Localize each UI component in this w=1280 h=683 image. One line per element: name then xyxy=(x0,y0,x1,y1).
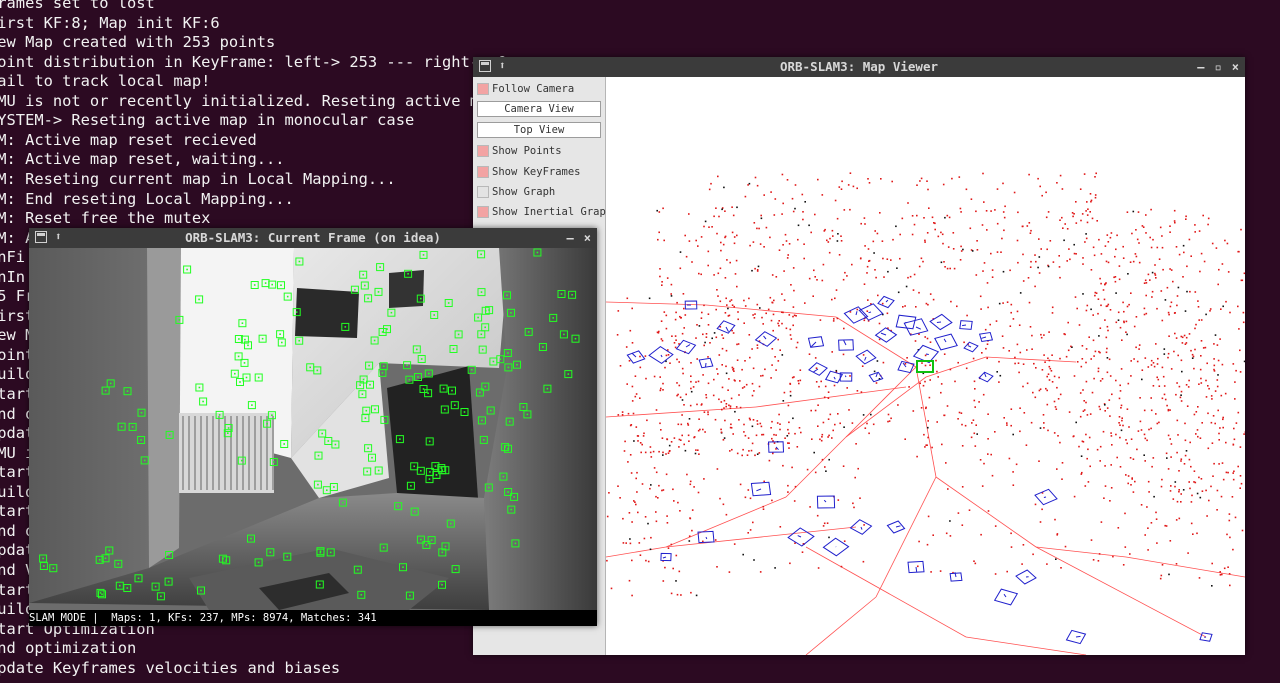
terminal-line: InIn xyxy=(0,267,26,286)
slam-mode-label: SLAM MODE xyxy=(29,612,86,624)
show-keyframes-label: Show KeyFrames xyxy=(492,165,581,178)
current-camera-pose xyxy=(916,360,934,373)
terminal-line: LM: End reseting Local Mapping... xyxy=(0,189,294,208)
checkbox-box[interactable] xyxy=(477,165,489,178)
terminal-line: End optimization xyxy=(0,639,137,658)
maximize-icon[interactable]: ▫ xyxy=(1215,57,1222,77)
pin-icon[interactable]: ⬆ xyxy=(55,231,62,243)
checkbox-box[interactable] xyxy=(477,82,489,95)
tracking-stats: Maps: 1, KFs: 237, MPs: 8974, Matches: 3… xyxy=(111,612,377,624)
show-inertial-graph-checkbox[interactable]: Show Inertial Graph xyxy=(477,203,612,220)
minimize-icon[interactable]: – xyxy=(1197,57,1204,77)
terminal-line: Fail to track local map! xyxy=(0,72,211,91)
map-viewer-title: ORB-SLAM3: Map Viewer xyxy=(779,59,939,74)
camera-scene xyxy=(29,248,597,610)
show-points-checkbox[interactable]: Show Points xyxy=(477,142,562,159)
checkbox-box[interactable] xyxy=(477,144,489,157)
show-graph-label: Show Graph xyxy=(492,185,556,198)
map-viewer-titlebar[interactable]: ⬆ ORB-SLAM3: Map Viewer – ▫ × xyxy=(473,57,1245,77)
map-point-cloud xyxy=(606,172,1245,655)
close-icon[interactable]: × xyxy=(1232,57,1239,77)
top-view-button[interactable]: Top View xyxy=(477,122,601,138)
terminal-line: New Map created with 253 points xyxy=(0,33,276,52)
minimize-icon[interactable]: – xyxy=(567,228,574,248)
follow-camera-label: Follow Camera xyxy=(492,82,575,95)
terminal-line: LM: Active map reset, waiting... xyxy=(0,150,285,169)
terminal-line: SYSTEM-> Reseting active map in monocula… xyxy=(0,111,415,130)
tracking-status-bar: SLAM MODE | Maps: 1, KFs: 237, MPs: 8974… xyxy=(29,610,597,626)
current-frame-title: ORB-SLAM3: Current Frame (on idea) xyxy=(185,230,441,245)
map-points xyxy=(606,172,1245,597)
close-icon[interactable]: × xyxy=(584,228,591,248)
follow-camera-checkbox[interactable]: Follow Camera xyxy=(477,80,574,97)
terminal-line: IMU is not or recently initialized. Rese… xyxy=(0,91,526,110)
terminal-line: InFi xyxy=(0,248,26,267)
terminal-line: Update Keyframes velocities and biases xyxy=(0,658,341,677)
window-menu-icon[interactable] xyxy=(479,60,491,72)
camera-frame-image xyxy=(29,248,597,610)
show-points-label: Show Points xyxy=(492,144,562,157)
terminal-line: Frames set to lost xyxy=(0,0,155,12)
window-menu-icon[interactable] xyxy=(35,231,47,243)
pin-icon[interactable]: ⬆ xyxy=(499,60,506,72)
keyframes xyxy=(626,295,1213,645)
checkbox-box[interactable] xyxy=(477,205,489,218)
camera-view-button[interactable]: Camera View xyxy=(477,101,601,117)
current-frame-titlebar[interactable]: ⬆ ORB-SLAM3: Current Frame (on idea) – × xyxy=(29,228,597,248)
terminal-line: LM: Reset free the mutex xyxy=(0,209,211,228)
terminal-line: LM: Active map reset recieved xyxy=(0,130,257,149)
terminal-line: Point distribution in KeyFrame: left-> 2… xyxy=(0,52,507,71)
current-frame-window: ⬆ ORB-SLAM3: Current Frame (on idea) – × xyxy=(29,228,597,626)
checkbox-box[interactable] xyxy=(477,185,489,198)
show-graph-checkbox[interactable]: Show Graph xyxy=(477,183,555,200)
terminal-line: First KF:8; Map init KF:6 xyxy=(0,13,220,32)
show-inertial-graph-label: Show Inertial Graph xyxy=(492,205,613,218)
map-3d-canvas[interactable] xyxy=(606,77,1245,655)
terminal-line: LM: Reseting current map in Local Mappin… xyxy=(0,169,396,188)
show-keyframes-checkbox[interactable]: Show KeyFrames xyxy=(477,163,581,180)
